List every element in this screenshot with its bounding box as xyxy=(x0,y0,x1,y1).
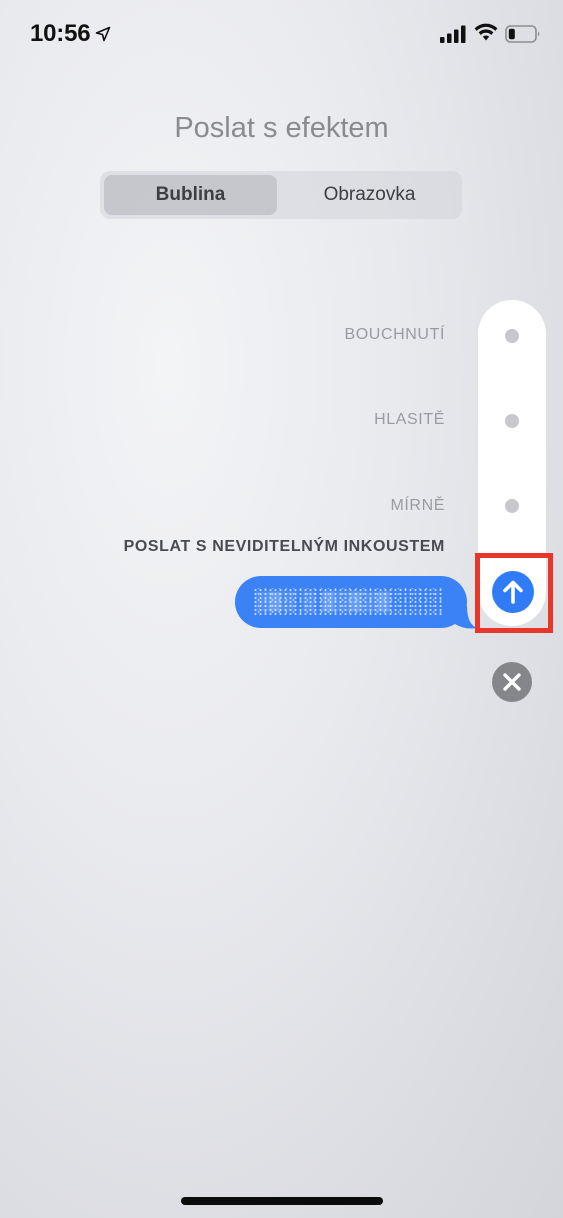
location-arrow-icon xyxy=(95,26,111,42)
effect-dot-bouchnuti[interactable] xyxy=(505,329,519,343)
close-icon xyxy=(503,673,521,691)
message-text-obscured: ░▒░ ░ ▒░▒░▒ xyxy=(255,591,391,611)
tab-obrazovka[interactable]: Obrazovka xyxy=(281,175,458,215)
effect-type-segmented-control: Bublina Obrazovka xyxy=(100,171,462,219)
effect-label-bouchnuti[interactable]: BOUCHNUTÍ xyxy=(344,326,445,344)
effect-label-hlasite[interactable]: HLASITĚ xyxy=(374,411,445,429)
effect-dot-hlasite[interactable] xyxy=(505,414,519,428)
cellular-signal-icon xyxy=(440,25,466,43)
battery-icon xyxy=(505,25,540,43)
effect-dot-mirne[interactable] xyxy=(505,499,519,513)
tab-bublina[interactable]: Bublina xyxy=(104,175,277,215)
wifi-icon xyxy=(474,23,498,41)
message-bubble: ░▒░ ░ ▒░▒░▒ xyxy=(235,576,467,628)
page-title: Poslat s efektem xyxy=(174,112,389,144)
highlight-box xyxy=(475,553,553,633)
status-bar: 10:56 xyxy=(0,0,563,70)
effect-label-invisible-ink: POSLAT S NEVIDITELNÝM INKOUSTEM xyxy=(123,538,445,555)
home-indicator[interactable] xyxy=(181,1197,383,1205)
effect-label-mirne[interactable]: MÍRNĚ xyxy=(390,497,445,515)
status-time: 10:56 xyxy=(30,20,91,47)
close-button[interactable] xyxy=(492,662,532,702)
